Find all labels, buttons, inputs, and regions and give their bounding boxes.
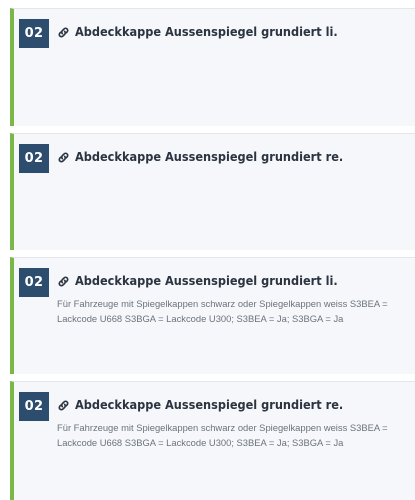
part-title-row[interactable]: Abdeckkappe Aussenspiegel grundiert li. bbox=[57, 272, 407, 290]
part-card[interactable]: 02 Abdeckkappe Aussenspiegel grundiert l… bbox=[10, 257, 415, 374]
part-title[interactable]: Abdeckkappe Aussenspiegel grundiert re. bbox=[75, 150, 343, 164]
link-icon[interactable] bbox=[57, 151, 70, 164]
part-description: Für Fahrzeuge mit Spiegelkappen schwarz … bbox=[57, 298, 388, 324]
part-title-row[interactable]: Abdeckkappe Aussenspiegel grundiert li. bbox=[57, 23, 407, 41]
link-icon[interactable] bbox=[57, 26, 70, 39]
position-badge: 02 bbox=[19, 19, 49, 48]
part-title[interactable]: Abdeckkappe Aussenspiegel grundiert li. bbox=[75, 274, 338, 288]
position-badge: 02 bbox=[19, 268, 49, 297]
part-card[interactable]: 02 Abdeckkappe Aussenspiegel grundiert l… bbox=[10, 8, 415, 126]
part-description: Für Fahrzeuge mit Spiegelkappen schwarz … bbox=[57, 422, 388, 448]
position-badge: 02 bbox=[19, 392, 49, 421]
part-title[interactable]: Abdeckkappe Aussenspiegel grundiert re. bbox=[75, 398, 343, 412]
part-card[interactable]: 02 Abdeckkappe Aussenspiegel grundiert r… bbox=[10, 381, 415, 500]
part-title-row[interactable]: Abdeckkappe Aussenspiegel grundiert re. bbox=[57, 148, 407, 166]
link-icon[interactable] bbox=[57, 399, 70, 412]
position-badge: 02 bbox=[19, 144, 49, 173]
part-card[interactable]: 02 Abdeckkappe Aussenspiegel grundiert r… bbox=[10, 133, 415, 250]
part-title-row[interactable]: Abdeckkappe Aussenspiegel grundiert re. bbox=[57, 396, 407, 414]
part-title[interactable]: Abdeckkappe Aussenspiegel grundiert li. bbox=[75, 25, 338, 39]
parts-list: 02 Abdeckkappe Aussenspiegel grundiert l… bbox=[0, 0, 415, 500]
link-icon[interactable] bbox=[57, 275, 70, 288]
